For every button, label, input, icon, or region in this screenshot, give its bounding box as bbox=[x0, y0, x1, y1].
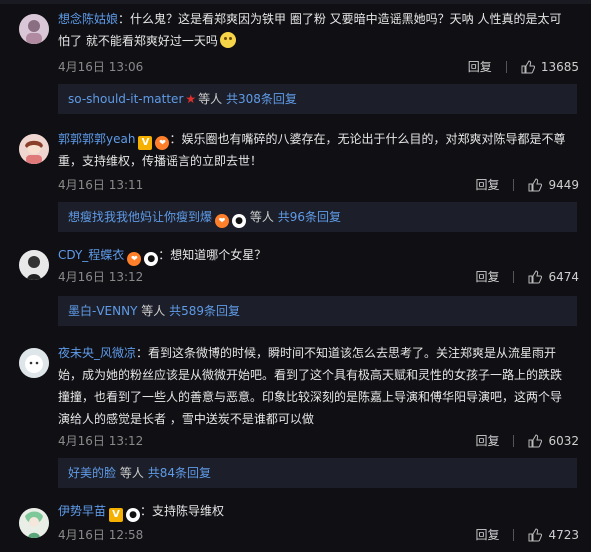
panda-badge: ● bbox=[144, 252, 159, 266]
comment-actions: 回复 6032 bbox=[475, 432, 579, 450]
sub-reply-count[interactable]: 共84条回复 bbox=[148, 466, 211, 480]
reply-button[interactable]: 回复 bbox=[475, 268, 499, 286]
comment-text: CDY_程蝶衣 ❤ ● ：想知道哪个女星？ bbox=[58, 244, 573, 266]
sub-reply-mid: 等人 bbox=[249, 210, 274, 224]
sub-reply-user[interactable]: 好美的脸 bbox=[68, 466, 116, 480]
avatar[interactable] bbox=[19, 250, 49, 280]
sub-reply-count[interactable]: 共589条回复 bbox=[169, 304, 240, 318]
sub-replies-box[interactable]: 墨白-VENNY 等人 共589条回复 bbox=[58, 296, 577, 326]
comment-date: 4月16日 13:06 bbox=[58, 60, 144, 74]
sub-replies-box[interactable]: so-should-it-matter ★ 等人 共308条回复 bbox=[58, 84, 577, 114]
reply-button[interactable]: 回复 bbox=[475, 526, 499, 544]
comment-text: 夜未央_风微凉：看到这条微博的时候，瞬时间不知道该怎么去思考了。关注郑爽是从流星… bbox=[58, 342, 573, 430]
sub-reply-mid: 等人 bbox=[141, 304, 166, 318]
like-count: 6474 bbox=[548, 270, 579, 284]
comment-date: 4月16日 13:12 bbox=[58, 270, 144, 284]
reply-button[interactable]: 回复 bbox=[475, 432, 499, 450]
thumbs-up-icon[interactable] bbox=[521, 60, 535, 74]
like-count: 13685 bbox=[540, 60, 579, 74]
divider bbox=[513, 435, 515, 447]
comment-actions: 回复 13685 bbox=[468, 58, 579, 76]
sub-replies-box[interactable]: 好美的脸 等人 共84条回复 bbox=[58, 458, 577, 488]
comment-date: 4月16日 12:58 bbox=[58, 528, 144, 542]
comment-content: ：支持陈导维权 bbox=[140, 504, 225, 518]
thumbs-up-icon[interactable] bbox=[528, 434, 543, 448]
panda-badge: ● bbox=[232, 214, 247, 228]
vip-badge: ❤ bbox=[215, 214, 230, 228]
comment-text: 郭郭郭郭yeah V ❤ ：娱乐圈也有嘴碎的八婆存在，无论出于什么目的，对郑爽对陈导都… bbox=[58, 128, 573, 172]
like-count: 4723 bbox=[548, 528, 579, 542]
top-border bbox=[0, 0, 591, 4]
sub-reply-count[interactable]: 共96条回复 bbox=[278, 210, 341, 224]
comment-username[interactable]: 想念陈姑娘 bbox=[58, 12, 118, 26]
comment-actions: 回复 4723 bbox=[475, 526, 579, 544]
comment-actions: 回复 9449 bbox=[475, 176, 579, 194]
reply-button[interactable]: 回复 bbox=[468, 58, 492, 76]
thumbs-up-icon[interactable] bbox=[528, 178, 543, 192]
panda-badge: ● bbox=[126, 508, 141, 522]
comment-text: 想念陈姑娘：什么鬼？这是看郑爽因为铁甲 圈了粉 又要暗中造谣黑她吗？天呐 人性真… bbox=[58, 8, 573, 52]
red-star-icon: ★ bbox=[185, 92, 197, 106]
comment-username[interactable]: CDY_程蝶衣 bbox=[58, 248, 124, 262]
comment-date: 4月16日 13:12 bbox=[58, 434, 144, 448]
reply-button[interactable]: 回复 bbox=[475, 176, 499, 194]
sub-replies-box[interactable]: 想瘦找我我他妈让你瘦到爆 ❤ ● 等人 共96条回复 bbox=[58, 202, 577, 232]
like-count: 9449 bbox=[548, 178, 579, 192]
divider bbox=[513, 271, 515, 283]
sub-reply-user[interactable]: 墨白-VENNY bbox=[68, 304, 137, 318]
divider bbox=[513, 179, 515, 191]
divider bbox=[513, 529, 515, 541]
v-badge: V bbox=[138, 136, 153, 150]
vip-badge: ❤ bbox=[127, 252, 142, 266]
like-count: 6032 bbox=[548, 434, 579, 448]
comment-date: 4月16日 13:11 bbox=[58, 178, 144, 192]
comment-content: ：什么鬼？这是看郑爽因为铁甲 圈了粉 又要暗中造谣黑她吗？天呐 人性真的是太可怕… bbox=[58, 12, 562, 48]
avatar[interactable] bbox=[19, 348, 49, 378]
smile-emoji bbox=[219, 32, 236, 48]
avatar[interactable] bbox=[19, 508, 49, 538]
sub-reply-mid: 等人 bbox=[119, 466, 144, 480]
avatar[interactable] bbox=[19, 14, 49, 44]
comment-username[interactable]: 伊势早苗 bbox=[58, 504, 106, 518]
comment-actions: 回复 6474 bbox=[475, 268, 579, 286]
comment-text: 伊势早苗 V ● ：支持陈导维权 bbox=[58, 500, 573, 522]
divider bbox=[505, 61, 507, 73]
thumbs-up-icon[interactable] bbox=[528, 270, 543, 284]
vip-badge: ❤ bbox=[155, 136, 170, 150]
v-badge: V bbox=[109, 508, 124, 522]
comment-content: ：想知道哪个女星？ bbox=[158, 248, 267, 262]
sub-reply-count[interactable]: 共308条回复 bbox=[226, 92, 297, 106]
comment-username[interactable]: 夜未央_风微凉 bbox=[58, 346, 136, 360]
thumbs-up-icon[interactable] bbox=[528, 528, 543, 542]
sub-reply-user[interactable]: 想瘦找我我他妈让你瘦到爆 bbox=[68, 210, 212, 224]
sub-reply-user[interactable]: so-should-it-matter bbox=[68, 92, 183, 106]
avatar[interactable] bbox=[19, 134, 49, 164]
comment-username[interactable]: 郭郭郭郭yeah bbox=[58, 132, 135, 146]
sub-reply-mid: 等人 bbox=[198, 92, 223, 106]
